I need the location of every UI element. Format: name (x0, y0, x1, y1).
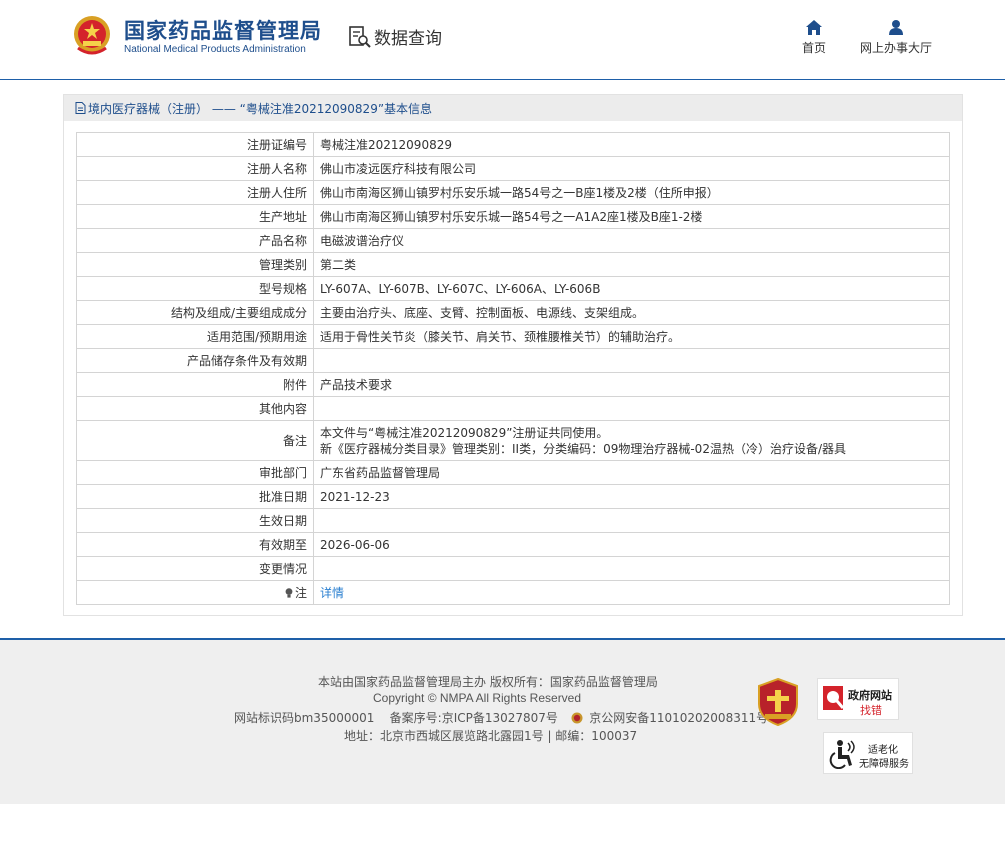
row-label: 管理类别 (76, 252, 314, 277)
site-footer: 本站由国家药品监督管理局主办 版权所有：国家药品监督管理局 Copyright … (0, 638, 1005, 804)
table-row: 变更情况 (76, 556, 950, 581)
row-label: 适用范围/预期用途 (76, 324, 314, 349)
footer-police-link[interactable]: 京公网安备11010202008311号 (589, 711, 768, 725)
row-value (313, 508, 950, 533)
table-row: 注册证编号 粤械注准20212090829 (76, 132, 950, 157)
row-value: 主要由治疗头、底座、支臂、控制面板、电源线、支架组成。 (313, 300, 950, 325)
remark-line: 本文件与“粤械注准20212090829”注册证共同使用。 (320, 425, 609, 440)
table-row: 生产地址 佛山市南海区狮山镇罗村乐安乐城一路54号之一A1A2座1楼及B座1-2楼 (76, 204, 950, 229)
row-value (313, 348, 950, 373)
row-label: 产品名称 (76, 228, 314, 253)
row-value: 佛山市南海区狮山镇罗村乐安乐城一路54号之一A1A2座1楼及B座1-2楼 (313, 204, 950, 229)
row-label: 生效日期 (76, 508, 314, 533)
user-icon (889, 20, 903, 35)
footer-registration: 网站标识码bm35000001 备案序号:京ICP备13027807号 京公网安… (234, 709, 768, 726)
nav-home[interactable]: 首页 (802, 20, 826, 56)
site-logo-title[interactable]: 国家药品监督管理局 (124, 15, 322, 45)
footer-copyright: Copyright © NMPA All Rights Reserved (373, 691, 582, 705)
row-label: 有效期至 (76, 532, 314, 557)
national-emblem-icon (74, 16, 110, 55)
table-row: 产品名称 电磁波谱治疗仪 (76, 228, 950, 253)
row-label: 生产地址 (76, 204, 314, 229)
row-value-remark: 本文件与“粤械注准20212090829”注册证共同使用。 新《医疗器械分类目录… (313, 420, 950, 461)
nav-online-service-hall[interactable]: 网上办事大厅 (860, 20, 932, 56)
row-label: 结构及组成/主要组成成分 (76, 300, 314, 325)
footer-icp-link[interactable]: 备案序号:京ICP备13027807号 (390, 711, 558, 725)
home-icon (806, 20, 822, 35)
registration-info-table: 注册证编号 粤械注准20212090829 注册人名称 佛山市凌远医疗科技有限公司 注册… (76, 132, 950, 605)
table-row: 型号规格 LY-607A、LY-607B、LY-607C、LY-606A、LY-6… (76, 276, 950, 301)
badge-elder-title: 适老化 (868, 745, 898, 756)
table-row: 其他内容 (76, 396, 950, 421)
row-value (313, 556, 950, 581)
table-row: 批准日期 2021-12-23 (76, 484, 950, 509)
breadcrumb-text[interactable]: 境内医疗器械（注册） —— “粤械注准20212090829”基本信息 (88, 100, 432, 117)
lightbulb-icon (285, 587, 293, 598)
nav-home-label: 首页 (802, 41, 827, 55)
row-label: 其他内容 (76, 396, 314, 421)
row-label: 注册人名称 (76, 156, 314, 181)
row-label: 备注 (76, 420, 314, 461)
table-row: 生效日期 (76, 508, 950, 533)
badge-error-subtitle: 找错 (860, 704, 882, 717)
row-label: 变更情况 (76, 556, 314, 581)
row-value: 2026-06-06 (313, 532, 950, 557)
police-badge-icon (571, 712, 583, 724)
row-label: 审批部门 (76, 460, 314, 485)
document-search-icon (349, 25, 371, 48)
table-row: 注册人名称 佛山市凌远医疗科技有限公司 (76, 156, 950, 181)
table-row: 产品储存条件及有效期 (76, 348, 950, 373)
party-government-badge-icon[interactable] (757, 678, 799, 726)
nav-online-service-hall-label: 网上办事大厅 (860, 41, 933, 55)
row-label: 附件 (76, 372, 314, 397)
table-row: 有效期至 2026-06-06 (76, 532, 950, 557)
table-row: 适用范围/预期用途 适用于骨性关节炎（膝关节、肩关节、颈椎腰椎关节）的辅助治疗。 (76, 324, 950, 349)
table-row: 注 详情 (76, 580, 950, 605)
table-row: 审批部门 广东省药品监督管理局 (76, 460, 950, 485)
row-value: 佛山市南海区狮山镇罗村乐安乐城一路54号之一B座1楼及2楼（住所申报） (313, 180, 950, 205)
row-label: 批准日期 (76, 484, 314, 509)
row-label-note: 注 (76, 580, 314, 605)
row-value: 粤械注准20212090829 (313, 132, 950, 157)
footer-site-id: 网站标识码bm35000001 (234, 711, 375, 725)
magnifier-icon (823, 686, 845, 710)
note-label: 注 (294, 585, 307, 600)
remark-line: 新《医疗器械分类目录》管理类别：II类，分类编码：09物理治疗器械-02温热（冷… (320, 441, 846, 456)
table-row: 备注 本文件与“粤械注准20212090829”注册证共同使用。 新《医疗器械分… (76, 420, 950, 461)
row-label: 产品储存条件及有效期 (76, 348, 314, 373)
detail-panel: 境内医疗器械（注册） —— “粤械注准20212090829”基本信息 注册证编… (63, 94, 963, 616)
badge-elder-subtitle: 无障碍服务 (859, 759, 909, 770)
row-value: 电磁波谱治疗仪 (313, 228, 950, 253)
table-row: 结构及组成/主要组成成分 主要由治疗头、底座、支臂、控制面板、电源线、支架组成。 (76, 300, 950, 325)
data-query-label: 数据查询 (374, 29, 442, 49)
breadcrumb: 境内医疗器械（注册） —— “粤械注准20212090829”基本信息 (64, 95, 962, 121)
row-value: 产品技术要求 (313, 372, 950, 397)
row-label: 型号规格 (76, 276, 314, 301)
table-row: 管理类别 第二类 (76, 252, 950, 277)
table-row: 附件 产品技术要求 (76, 372, 950, 397)
data-query-title: 数据查询 (348, 24, 442, 49)
row-value: 广东省药品监督管理局 (313, 460, 950, 485)
accessibility-service-badge[interactable]: 适老化 无障碍服务 (823, 732, 913, 774)
row-value: 佛山市凌远医疗科技有限公司 (313, 156, 950, 181)
row-label: 注册人住所 (76, 180, 314, 205)
row-value (313, 396, 950, 421)
site-logo-subtitle: National Medical Products Administration (124, 44, 306, 55)
detail-link[interactable]: 详情 (320, 586, 344, 600)
row-value: 第二类 (313, 252, 950, 277)
badge-error-title: 政府网站 (848, 689, 892, 702)
footer-sponsor: 本站由国家药品监督管理局主办 版权所有：国家药品监督管理局 (318, 675, 658, 689)
site-header: 国家药品监督管理局 National Medical Products Admi… (0, 0, 1005, 80)
table-row: 注册人住所 佛山市南海区狮山镇罗村乐安乐城一路54号之一B座1楼及2楼（住所申报） (76, 180, 950, 205)
document-icon (75, 102, 86, 114)
footer-address: 地址：北京市西城区展览路北露园1号 | 邮编：100037 (344, 729, 638, 743)
row-label: 注册证编号 (76, 132, 314, 157)
gov-site-error-report-badge[interactable]: 政府网站 找错 (817, 678, 899, 720)
accessibility-icon (829, 740, 855, 769)
row-value: 详情 (313, 580, 950, 605)
row-value: 适用于骨性关节炎（膝关节、肩关节、颈椎腰椎关节）的辅助治疗。 (313, 324, 950, 349)
row-value: LY-607A、LY-607B、LY-607C、LY-606A、LY-606B (313, 276, 950, 301)
row-value: 2021-12-23 (313, 484, 950, 509)
